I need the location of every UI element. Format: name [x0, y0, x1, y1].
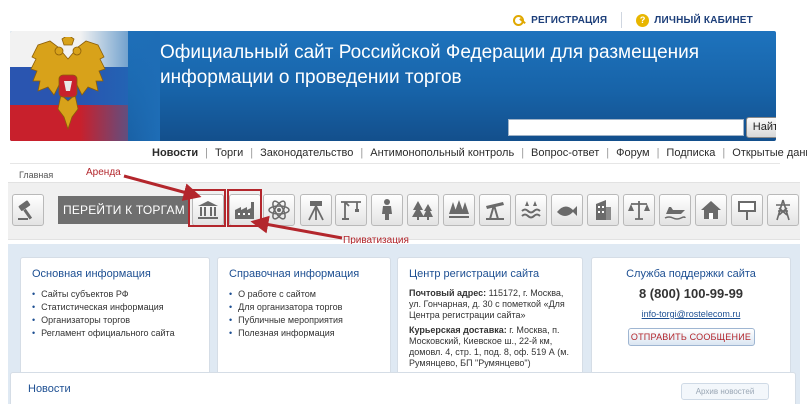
category-billboard[interactable] — [731, 194, 763, 226]
category-scales[interactable] — [623, 194, 655, 226]
forest-icon — [412, 201, 433, 220]
header-banner: Официальный сайт Российской Федерации дл… — [10, 31, 776, 141]
nav-item-subscription[interactable]: Подписка — [659, 147, 722, 159]
category-surveyor[interactable] — [300, 194, 332, 226]
reference-info-card: Справочная информация О работе с сайтом … — [217, 257, 391, 377]
nav-item-open-data[interactable]: Открытые данные — [725, 147, 807, 159]
postal-address: Почтовый адрес: 115172, г. Москва, ул. Г… — [409, 288, 574, 321]
info-panel: Основная информация Сайты субъектов РФ С… — [8, 244, 800, 404]
site-title: Официальный сайт Российской Федерации дл… — [160, 40, 699, 90]
office-building-icon — [596, 200, 611, 220]
breadcrumb[interactable]: Главная — [19, 170, 53, 180]
category-person[interactable] — [371, 194, 403, 226]
house-icon — [701, 201, 721, 219]
search-input[interactable] — [508, 119, 744, 136]
main-info-list: Сайты субъектов РФ Статистическая информ… — [32, 288, 209, 340]
courier-address-label: Курьерская доставка: — [409, 325, 507, 335]
nav-item-faq[interactable]: Вопрос-ответ — [524, 147, 606, 159]
support-card: Служба поддержки сайта 8 (800) 100-99-99… — [591, 257, 791, 377]
registration-center-title: Центр регистрации сайта — [409, 268, 540, 280]
main-info-card: Основная информация Сайты субъектов РФ С… — [20, 257, 210, 377]
coat-of-arms-icon — [30, 37, 106, 131]
fish-icon — [557, 206, 577, 216]
category-atom[interactable] — [263, 194, 295, 226]
category-fish[interactable] — [551, 194, 583, 226]
water-icon — [521, 201, 541, 219]
auction-category-bar: ПЕРЕЙТИ К ТОРГАМ — [8, 182, 800, 240]
registration-center-card: Центр регистрации сайта Почтовый адрес: … — [397, 257, 583, 377]
key-icon — [513, 14, 526, 27]
list-item[interactable]: Статистическая информация — [32, 301, 209, 314]
category-house[interactable] — [695, 194, 727, 226]
category-trees[interactable] — [443, 194, 475, 226]
divider — [10, 163, 780, 164]
category-forest[interactable] — [407, 194, 439, 226]
list-item[interactable]: Публичные мероприятия — [229, 314, 390, 327]
list-item[interactable]: Для организатора торгов — [229, 301, 390, 314]
category-jetski[interactable] — [659, 194, 691, 226]
rent-highlight — [188, 189, 226, 227]
atom-icon — [268, 200, 290, 220]
jetski-icon — [664, 207, 686, 220]
category-office[interactable] — [587, 194, 619, 226]
category-crane[interactable] — [335, 194, 367, 226]
person-icon — [382, 199, 392, 220]
nav-item-legislation[interactable]: Законодательство — [253, 147, 360, 159]
postal-address-label: Почтовый адрес: — [409, 288, 487, 298]
site-title-line-1: Официальный сайт Российской Федерации дл… — [160, 42, 700, 63]
main-nav: Новости | Торги | Законодательство | Ант… — [152, 147, 807, 159]
nav-item-auctions[interactable]: Торги — [208, 147, 250, 159]
main-info-title: Основная информация — [32, 268, 151, 280]
register-label: РЕГИСТРАЦИЯ — [531, 14, 608, 26]
search-button[interactable]: Найти — [746, 117, 776, 138]
category-power-line[interactable] — [767, 194, 799, 226]
reference-info-list: О работе с сайтом Для организатора торго… — [229, 288, 390, 340]
goto-auctions-button[interactable]: ПЕРЕЙТИ К ТОРГАМ — [58, 196, 190, 224]
nav-item-news[interactable]: Новости — [152, 147, 205, 159]
cabinet-link[interactable]: ? ЛИЧНЫЙ КАБИНЕТ — [622, 13, 767, 27]
surveyor-icon — [308, 201, 324, 221]
crane-icon — [341, 201, 361, 220]
scales-icon — [628, 201, 650, 220]
support-title: Служба поддержки сайта — [626, 268, 756, 280]
support-email-link[interactable]: info-torgi@rostelecom.ru — [592, 309, 790, 319]
top-links: РЕГИСТРАЦИЯ ? ЛИЧНЫЙ КАБИНЕТ — [499, 8, 767, 32]
category-oil[interactable] — [479, 194, 511, 226]
question-icon: ? — [636, 13, 650, 27]
oil-pump-icon — [486, 202, 504, 220]
register-link[interactable]: РЕГИСТРАЦИЯ — [499, 14, 621, 27]
reference-info-title: Справочная информация — [229, 268, 360, 280]
privatization-highlight — [227, 189, 262, 227]
trees-icon — [449, 200, 469, 218]
courier-address: Курьерская доставка: г. Москва, п. Моско… — [409, 325, 574, 369]
rent-annotation: Аренда — [86, 167, 121, 178]
power-line-icon — [776, 199, 790, 221]
list-item[interactable]: Организаторы торгов — [32, 314, 209, 327]
nav-item-forum[interactable]: Форум — [609, 147, 656, 159]
send-message-button[interactable]: ОТПРАВИТЬ СООБЩЕНИЕ — [627, 328, 755, 346]
support-phone: 8 (800) 100-99-99 — [638, 286, 744, 301]
cabinet-label: ЛИЧНЫЙ КАБИНЕТ — [654, 14, 753, 26]
news-title: Новости — [28, 383, 71, 395]
category-gavel[interactable] — [12, 194, 44, 226]
nav-item-antimonopoly[interactable]: Антимонопольный контроль — [363, 147, 521, 159]
list-item[interactable]: Сайты субъектов РФ — [32, 288, 209, 301]
news-section: Новости Архив новостей — [10, 372, 796, 404]
list-item[interactable]: Полезная информация — [229, 327, 390, 340]
list-item[interactable]: Регламент официального сайта — [32, 327, 209, 340]
gavel-icon — [18, 200, 33, 220]
billboard-icon — [738, 201, 756, 220]
news-archive-button[interactable]: Архив новостей — [681, 383, 769, 400]
category-water[interactable] — [515, 194, 547, 226]
list-item[interactable]: О работе с сайтом — [229, 288, 390, 301]
site-title-line-2: информации о проведении торгов — [160, 67, 462, 88]
